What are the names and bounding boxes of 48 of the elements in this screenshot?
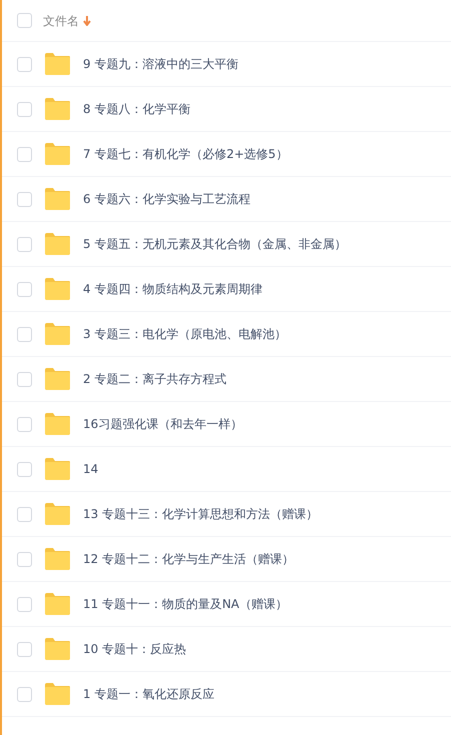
folder-icon (44, 323, 71, 345)
folder-icon (44, 683, 71, 705)
checkbox[interactable] (17, 506, 32, 522)
checkbox[interactable] (17, 372, 32, 386)
checkbox[interactable] (17, 56, 32, 72)
file-name[interactable]: 6 专题六：化学实验与工艺流程 (83, 190, 250, 208)
file-name[interactable]: 4 专题四：物质结构及元素周期律 (83, 280, 262, 298)
file-name[interactable]: 2 专题二：离子共存方程式 (83, 370, 226, 388)
folder-icon (44, 503, 71, 525)
checkbox[interactable] (17, 326, 32, 342)
file-name[interactable]: 7 专题七：有机化学（必修2+选修5） (83, 145, 288, 163)
file-name[interactable]: 16习题强化课（和去年一样） (83, 415, 242, 433)
folder-icon (44, 143, 71, 165)
folder-icon (44, 233, 71, 255)
checkbox[interactable] (17, 642, 32, 656)
folder-icon (44, 413, 71, 435)
folder-icon (44, 368, 71, 390)
checkbox[interactable] (17, 236, 32, 252)
checkbox[interactable] (17, 686, 32, 702)
file-name[interactable]: 11 专题十一：物质的量及NA（赠课） (83, 595, 288, 613)
file-name[interactable]: 5 专题五：无机元素及其化合物（金属、非金属） (83, 235, 346, 253)
checkbox[interactable] (17, 596, 32, 612)
column-header[interactable]: 文件名 (43, 12, 79, 30)
folder-icon (44, 638, 71, 660)
checkbox[interactable] (17, 102, 32, 116)
folder-icon (44, 593, 71, 615)
file-name[interactable]: 8 专题八：化学平衡 (83, 100, 190, 118)
folder-icon (44, 53, 71, 75)
checkbox[interactable] (17, 13, 32, 28)
file-name[interactable]: 13 专题十三：化学计算思想和方法（赠课） (83, 505, 318, 523)
checkbox[interactable] (17, 146, 32, 162)
file-name[interactable]: 3 专题三：电化学（原电池、电解池） (83, 325, 286, 343)
checkbox[interactable] (17, 282, 32, 296)
sort-arrow-icon[interactable] (83, 16, 91, 26)
folder-icon (44, 188, 71, 210)
folder-icon (44, 548, 71, 570)
checkbox[interactable] (17, 416, 32, 432)
file-name[interactable]: 9 专题九：溶液中的三大平衡 (83, 55, 238, 73)
file-name[interactable]: 1 专题一：氧化还原反应 (83, 685, 214, 703)
checkbox[interactable] (17, 552, 32, 566)
file-name[interactable]: 10 专题十：反应热 (83, 640, 186, 658)
checkbox[interactable] (17, 192, 32, 206)
checkbox[interactable] (17, 462, 32, 476)
folder-icon (44, 98, 71, 120)
folder-icon (44, 278, 71, 300)
file-name[interactable]: 12 专题十二：化学与生产生活（赠课） (83, 550, 294, 568)
folder-icon (44, 458, 71, 480)
file-name[interactable]: 14 (83, 460, 98, 478)
